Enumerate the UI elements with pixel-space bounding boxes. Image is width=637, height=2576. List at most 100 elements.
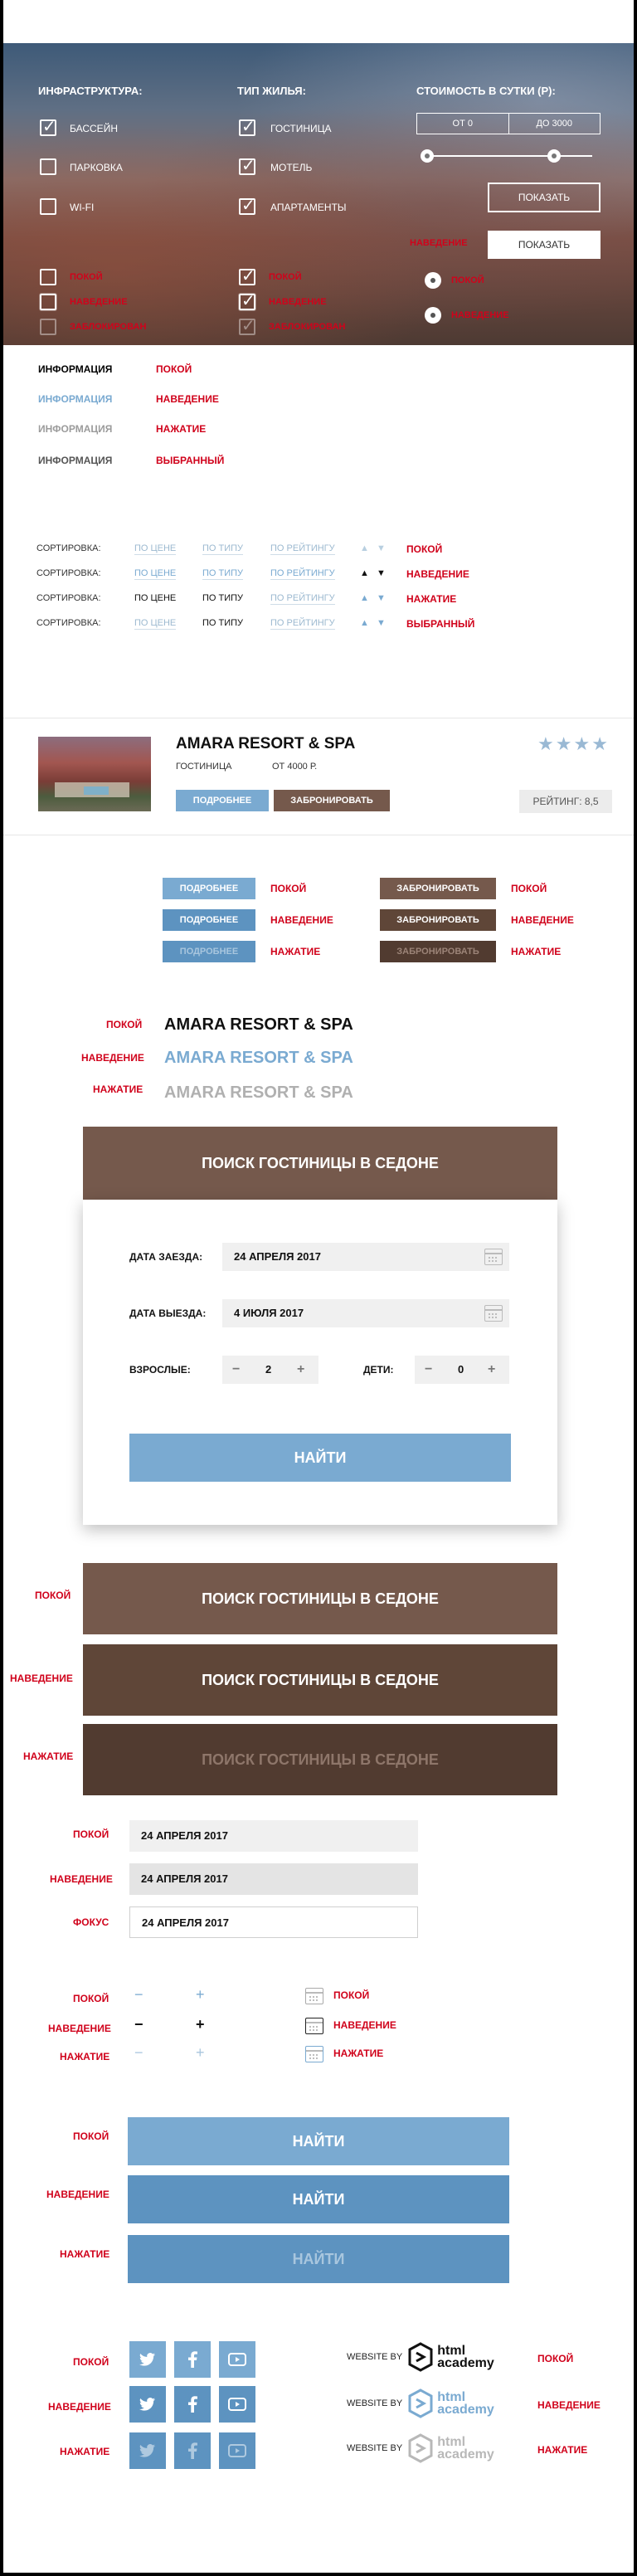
plus-icon[interactable]: + xyxy=(297,1356,304,1384)
checked-state-default[interactable] xyxy=(239,265,255,286)
parking-checkbox[interactable] xyxy=(40,158,56,175)
button-state-label: НАВЕДЕНИЕ xyxy=(511,914,574,926)
calendar-icon-active[interactable] xyxy=(305,2046,323,2062)
more-button-active[interactable]: ПОДРОБНЕЕ xyxy=(163,941,255,962)
academy-logo-hover[interactable]: WEBSITE BY html academy xyxy=(347,2388,494,2419)
calendar-icon-default[interactable] xyxy=(305,1988,323,2004)
checked-state-hover[interactable] xyxy=(239,290,255,311)
button-state-label: НАВЕДЕНИЕ xyxy=(270,914,333,926)
minus-icon[interactable]: − xyxy=(425,1356,432,1384)
search-header-hover[interactable]: ПОИСК ГОСТИНИЦЫ В СЕДОНЕ xyxy=(83,1644,557,1716)
search-header-active[interactable]: ПОИСК ГОСТИНИЦЫ В СЕДОНЕ xyxy=(83,1724,557,1795)
sort-desc-icon[interactable]: ▼ xyxy=(377,568,386,578)
twitter-icon[interactable] xyxy=(129,2386,166,2423)
hotel-name[interactable]: AMARA RESORT & SPA xyxy=(176,735,355,753)
minus-icon[interactable]: − xyxy=(134,1986,143,2004)
minus-icon[interactable]: − xyxy=(134,2044,143,2062)
book-button-default[interactable]: ЗАБРОНИРОВАТЬ xyxy=(380,878,496,899)
info-link-hover[interactable]: ИНФОРМАЦИЯ xyxy=(38,393,112,405)
plus-icon[interactable]: + xyxy=(196,2044,205,2062)
sort-by-rating[interactable]: ПО РЕЙТИНГУ xyxy=(270,543,335,555)
info-link-active[interactable]: ИНФОРМАЦИЯ xyxy=(38,423,112,435)
facebook-icon[interactable] xyxy=(174,2432,211,2469)
hotel-link-default[interactable]: AMARA RESORT & SPA xyxy=(164,1015,353,1035)
book-button-active[interactable]: ЗАБРОНИРОВАТЬ xyxy=(380,941,496,962)
calendar-icon[interactable] xyxy=(484,1305,503,1322)
apartments-checkbox[interactable] xyxy=(239,195,255,216)
search-header-default[interactable]: ПОИСК ГОСТИНИЦЫ В СЕДОНЕ xyxy=(83,1563,557,1634)
radio-state-default[interactable] xyxy=(425,272,441,289)
price-range-input[interactable]: ОТ 0 ДО 3000 xyxy=(416,113,601,134)
minus-icon[interactable]: − xyxy=(134,2016,143,2033)
sort-asc-icon[interactable]: ▲ xyxy=(360,618,369,628)
checked-state-label: ЗАБЛОКИРОВАН xyxy=(269,322,346,332)
pool-checkbox[interactable] xyxy=(40,116,56,137)
more-button-hover[interactable]: ПОДРОБНЕЕ xyxy=(163,909,255,931)
find-button-hover[interactable]: НАЙТИ xyxy=(128,2175,509,2223)
sort-by-price[interactable]: ПО ЦЕНЕ xyxy=(134,593,176,603)
date-input-focus[interactable]: 24 АПРЕЛЯ 2017 xyxy=(129,1906,418,1938)
plus-icon[interactable]: + xyxy=(196,1986,205,2004)
sort-by-price[interactable]: ПО ЦЕНЕ xyxy=(134,618,177,630)
facebook-icon[interactable] xyxy=(174,2386,211,2423)
twitter-icon[interactable] xyxy=(129,2432,166,2469)
sort-by-rating[interactable]: ПО РЕЙТИНГУ xyxy=(270,568,335,580)
checkbox-state-default[interactable] xyxy=(40,269,56,285)
more-button-default[interactable]: ПОДРОБНЕЕ xyxy=(163,878,255,899)
twitter-icon[interactable] xyxy=(129,2341,166,2378)
motel-checkbox[interactable] xyxy=(239,155,255,176)
info-link-default[interactable]: ИНФОРМАЦИЯ xyxy=(38,363,112,375)
sort-by-price[interactable]: ПО ЦЕНЕ xyxy=(134,568,177,580)
book-button[interactable]: ЗАБРОНИРОВАТЬ xyxy=(274,790,390,811)
plus-icon[interactable]: + xyxy=(488,1356,495,1384)
youtube-icon[interactable] xyxy=(219,2386,255,2423)
hotel-photo[interactable] xyxy=(38,737,151,811)
info-link-selected[interactable]: ИНФОРМАЦИЯ xyxy=(38,455,112,466)
hotel-link-active[interactable]: AMARA RESORT & SPA xyxy=(164,1083,353,1103)
find-button-default[interactable]: НАЙТИ xyxy=(128,2117,509,2165)
sort-by-type[interactable]: ПО ТИПУ xyxy=(202,618,243,628)
sort-by-type[interactable]: ПО ТИПУ xyxy=(202,543,244,555)
sort-by-rating[interactable]: ПО РЕЙТИНГУ xyxy=(270,593,335,605)
academy-logo-default[interactable]: WEBSITE BY html academy xyxy=(347,2341,494,2373)
sort-desc-icon[interactable]: ▼ xyxy=(377,593,386,603)
sort-by-rating[interactable]: ПО РЕЙТИНГУ xyxy=(270,618,335,630)
find-button[interactable]: НАЙТИ xyxy=(129,1434,511,1482)
children-value[interactable]: 0 xyxy=(458,1356,464,1384)
sort-desc-icon[interactable]: ▼ xyxy=(377,618,386,628)
date-input-hover[interactable]: 24 АПРЕЛЯ 2017 xyxy=(129,1863,418,1895)
calendar-icon[interactable] xyxy=(484,1249,503,1265)
price-from[interactable]: ОТ 0 xyxy=(417,114,509,134)
sort-asc-icon[interactable]: ▲ xyxy=(360,543,369,553)
minus-icon[interactable]: − xyxy=(232,1356,240,1384)
academy-logo-active[interactable]: WEBSITE BY html academy xyxy=(347,2432,494,2464)
price-to[interactable]: ДО 3000 xyxy=(509,114,601,134)
hotel-checkbox[interactable] xyxy=(239,116,255,137)
radio-state-hover[interactable] xyxy=(425,307,441,324)
facebook-icon[interactable] xyxy=(174,2341,211,2378)
search-header[interactable]: ПОИСК ГОСТИНИЦЫ В СЕДОНЕ xyxy=(83,1127,557,1200)
checkbox-state-hover[interactable] xyxy=(40,294,56,310)
plus-icon[interactable]: + xyxy=(196,2016,205,2033)
find-button-active[interactable]: НАЙТИ xyxy=(128,2235,509,2283)
sort-by-type[interactable]: ПО ТИПУ xyxy=(202,568,244,580)
sort-asc-icon[interactable]: ▲ xyxy=(360,593,369,603)
sort-by-type[interactable]: ПО ТИПУ xyxy=(202,593,243,603)
youtube-icon[interactable] xyxy=(219,2341,255,2378)
hotel-link-hover[interactable]: AMARA RESORT & SPA xyxy=(164,1049,353,1068)
checkout-input[interactable]: 4 ИЮЛЯ 2017 xyxy=(222,1299,509,1327)
find-state-label: НАЖАТИЕ xyxy=(60,2248,110,2260)
sort-by-price[interactable]: ПО ЦЕНЕ xyxy=(134,543,177,555)
show-button[interactable]: ПОКАЗАТЬ xyxy=(488,183,601,212)
youtube-icon[interactable] xyxy=(219,2432,255,2469)
checkin-input[interactable]: 24 АПРЕЛЯ 2017 xyxy=(222,1243,509,1271)
more-button[interactable]: ПОДРОБНЕЕ xyxy=(176,790,269,811)
book-button-hover[interactable]: ЗАБРОНИРОВАТЬ xyxy=(380,909,496,931)
adults-value[interactable]: 2 xyxy=(265,1356,271,1384)
wifi-checkbox[interactable] xyxy=(40,198,56,215)
show-button-hover[interactable]: ПОКАЗАТЬ xyxy=(488,231,601,259)
calendar-icon-hover[interactable] xyxy=(305,2018,323,2034)
sort-desc-icon[interactable]: ▼ xyxy=(377,543,386,553)
sort-asc-icon[interactable]: ▲ xyxy=(360,568,369,578)
date-input-default[interactable]: 24 АПРЕЛЯ 2017 xyxy=(129,1820,418,1852)
